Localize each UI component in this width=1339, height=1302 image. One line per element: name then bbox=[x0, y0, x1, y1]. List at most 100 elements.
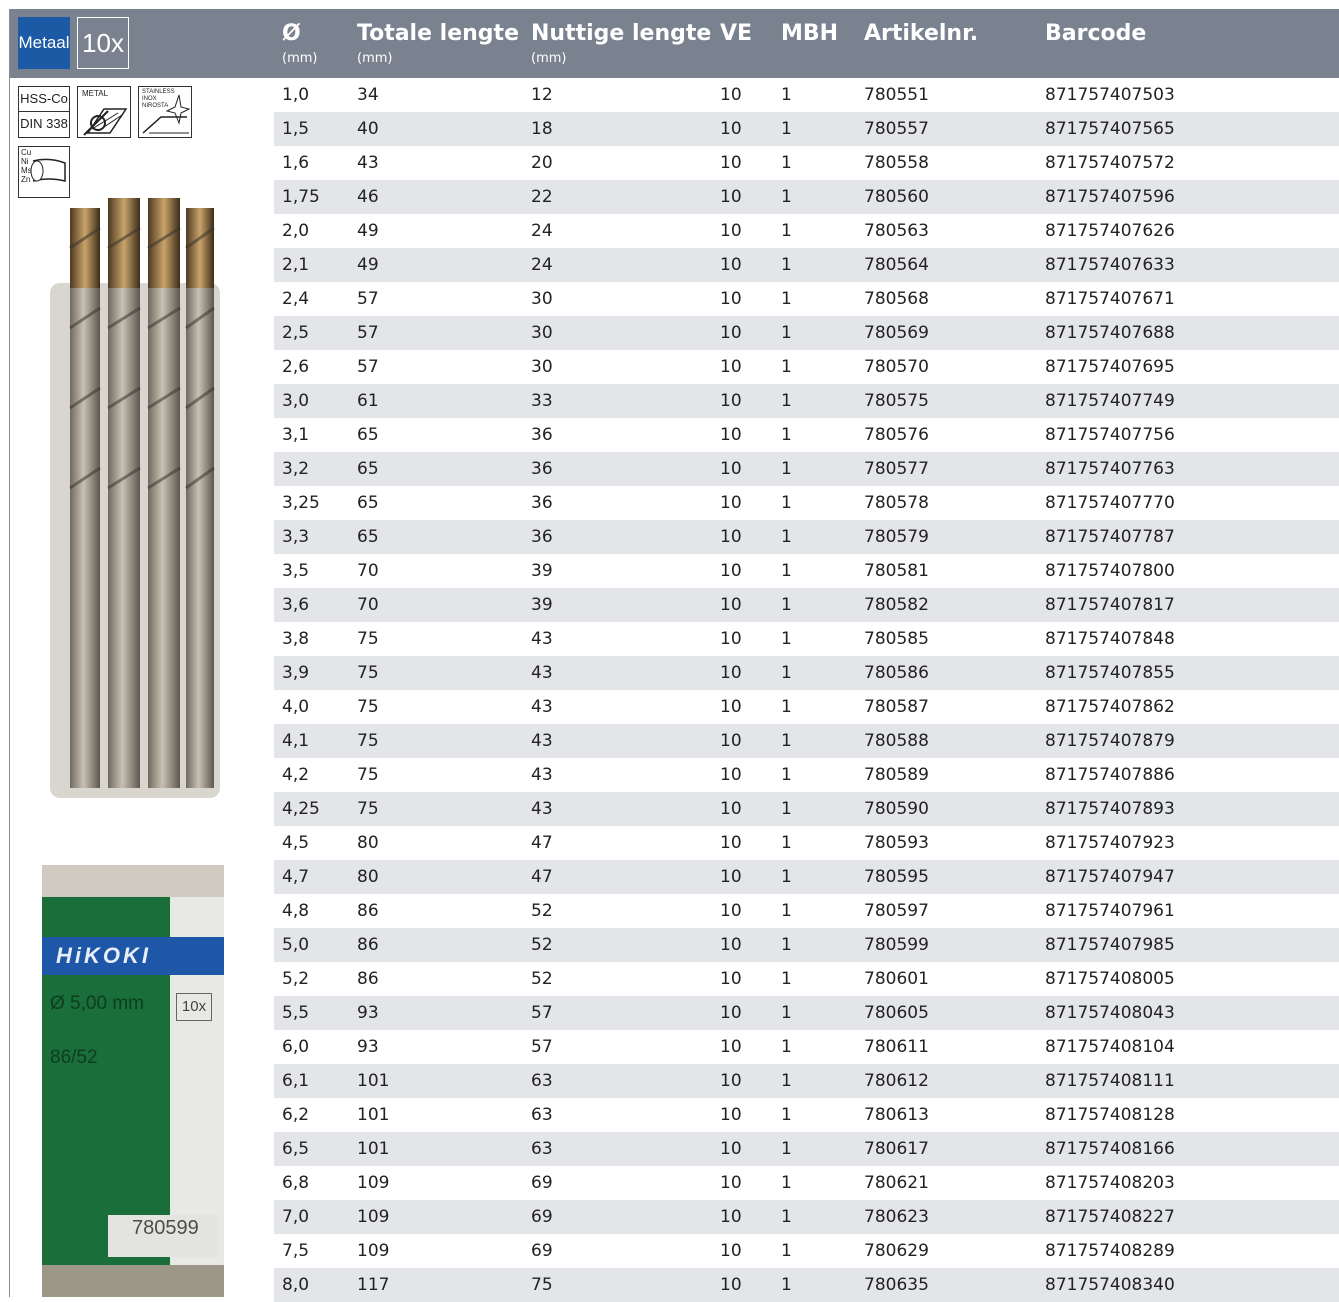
header-title: Ø bbox=[282, 21, 301, 46]
article-number-cell: 780570 bbox=[864, 357, 929, 377]
total-length-cell: 109 bbox=[357, 1173, 390, 1193]
header-title: Artikelnr. bbox=[864, 21, 979, 46]
usable-length-cell: 43 bbox=[531, 697, 553, 717]
article-number-cell: 780564 bbox=[864, 255, 929, 275]
usable-length-cell: 43 bbox=[531, 765, 553, 785]
usable-length-cell: 63 bbox=[531, 1071, 553, 1091]
total-length-cell: 49 bbox=[357, 255, 379, 275]
mbh-cell: 1 bbox=[781, 901, 792, 921]
table-row: 1,0 34 12 10 1 780551 871757407503 bbox=[274, 78, 1339, 112]
diameter-cell: 6,8 bbox=[282, 1173, 310, 1193]
barcode-cell: 871757407756 bbox=[1045, 425, 1175, 445]
total-length-cell: 75 bbox=[357, 799, 379, 819]
ve-cell: 10 bbox=[720, 493, 742, 513]
diameter-cell: 7,0 bbox=[282, 1207, 310, 1227]
diameter-cell: 1,6 bbox=[282, 153, 310, 173]
article-number-cell: 780613 bbox=[864, 1105, 929, 1125]
barcode-cell: 871757407565 bbox=[1045, 119, 1175, 139]
table-row: 3,2 65 36 10 1 780577 871757407763 bbox=[274, 452, 1339, 486]
table-row: 6,1 101 63 10 1 780612 871757408111 bbox=[274, 1064, 1339, 1098]
table-row: 3,9 75 43 10 1 780586 871757407855 bbox=[274, 656, 1339, 690]
diameter-cell: 4,25 bbox=[282, 799, 320, 819]
ve-cell: 10 bbox=[720, 289, 742, 309]
diameter-cell: 1,5 bbox=[282, 119, 310, 139]
ve-cell: 10 bbox=[720, 1275, 742, 1295]
package-article-label: 780599 bbox=[132, 1217, 199, 1239]
mbh-cell: 1 bbox=[781, 1037, 792, 1057]
ve-cell: 10 bbox=[720, 833, 742, 853]
ve-cell: 10 bbox=[720, 969, 742, 989]
package-lengths-label: 86/52 bbox=[50, 1047, 98, 1068]
total-length-cell: 65 bbox=[357, 527, 379, 547]
header-barcode: Barcode bbox=[1045, 21, 1146, 47]
ve-cell: 10 bbox=[720, 1241, 742, 1261]
barcode-cell: 871757407886 bbox=[1045, 765, 1175, 785]
barcode-cell: 871757407947 bbox=[1045, 867, 1175, 887]
total-length-cell: 80 bbox=[357, 867, 379, 887]
total-length-cell: 86 bbox=[357, 969, 379, 989]
barcode-cell: 871757407923 bbox=[1045, 833, 1175, 853]
usable-length-cell: 12 bbox=[531, 85, 553, 105]
ve-cell: 10 bbox=[720, 85, 742, 105]
total-length-cell: 75 bbox=[357, 697, 379, 717]
table-row: 1,5 40 18 10 1 780557 871757407565 bbox=[274, 112, 1339, 146]
ve-cell: 10 bbox=[720, 357, 742, 377]
ve-cell: 10 bbox=[720, 1207, 742, 1227]
article-number-cell: 780635 bbox=[864, 1275, 929, 1295]
ve-cell: 10 bbox=[720, 391, 742, 411]
total-length-cell: 75 bbox=[357, 765, 379, 785]
pack-quantity-badge: 10x bbox=[77, 17, 129, 69]
usable-length-cell: 24 bbox=[531, 221, 553, 241]
barcode-cell: 871757408104 bbox=[1045, 1037, 1175, 1057]
header-title: Barcode bbox=[1045, 21, 1147, 46]
total-length-cell: 109 bbox=[357, 1207, 390, 1227]
mbh-cell: 1 bbox=[781, 663, 792, 683]
mbh-cell: 1 bbox=[781, 595, 792, 615]
ve-cell: 10 bbox=[720, 799, 742, 819]
diameter-cell: 7,5 bbox=[282, 1241, 310, 1261]
article-number-cell: 780560 bbox=[864, 187, 929, 207]
mbh-cell: 1 bbox=[781, 255, 792, 275]
mbh-cell: 1 bbox=[781, 323, 792, 343]
diameter-cell: 3,3 bbox=[282, 527, 310, 547]
total-length-cell: 61 bbox=[357, 391, 379, 411]
total-length-cell: 49 bbox=[357, 221, 379, 241]
mbh-cell: 1 bbox=[781, 425, 792, 445]
barcode-cell: 871757407893 bbox=[1045, 799, 1175, 819]
table-row: 3,3 65 36 10 1 780579 871757407787 bbox=[274, 520, 1339, 554]
usable-length-cell: 36 bbox=[531, 493, 553, 513]
table-row: 6,8 109 69 10 1 780621 871757408203 bbox=[274, 1166, 1339, 1200]
usable-length-cell: 22 bbox=[531, 187, 553, 207]
ve-cell: 10 bbox=[720, 561, 742, 581]
diameter-cell: 4,7 bbox=[282, 867, 310, 887]
ve-cell: 10 bbox=[720, 663, 742, 683]
usable-length-cell: 36 bbox=[531, 527, 553, 547]
diameter-cell: 4,5 bbox=[282, 833, 310, 853]
barcode-cell: 871757408166 bbox=[1045, 1139, 1175, 1159]
total-length-cell: 75 bbox=[357, 663, 379, 683]
barcode-cell: 871757408203 bbox=[1045, 1173, 1175, 1193]
usable-length-cell: 47 bbox=[531, 833, 553, 853]
ve-cell: 10 bbox=[720, 697, 742, 717]
barcode-cell: 871757408111 bbox=[1045, 1071, 1175, 1091]
table-row: 4,25 75 43 10 1 780590 871757407893 bbox=[274, 792, 1339, 826]
usable-length-cell: 30 bbox=[531, 289, 553, 309]
usable-length-cell: 52 bbox=[531, 969, 553, 989]
ve-cell: 10 bbox=[720, 527, 742, 547]
mbh-cell: 1 bbox=[781, 357, 792, 377]
total-length-cell: 46 bbox=[357, 187, 379, 207]
header-title: VE bbox=[720, 21, 753, 46]
stainless-steel-icon: STAINLESS INOX NIROSTA bbox=[138, 86, 192, 138]
mbh-cell: 1 bbox=[781, 85, 792, 105]
mbh-cell: 1 bbox=[781, 867, 792, 887]
mbh-cell: 1 bbox=[781, 969, 792, 989]
table-row: 4,8 86 52 10 1 780597 871757407961 bbox=[274, 894, 1339, 928]
barcode-cell: 871757407695 bbox=[1045, 357, 1175, 377]
mbh-cell: 1 bbox=[781, 187, 792, 207]
total-length-cell: 75 bbox=[357, 731, 379, 751]
mbh-cell: 1 bbox=[781, 799, 792, 819]
diameter-cell: 3,6 bbox=[282, 595, 310, 615]
mbh-cell: 1 bbox=[781, 731, 792, 751]
article-number-cell: 780551 bbox=[864, 85, 929, 105]
usable-length-cell: 43 bbox=[531, 731, 553, 751]
